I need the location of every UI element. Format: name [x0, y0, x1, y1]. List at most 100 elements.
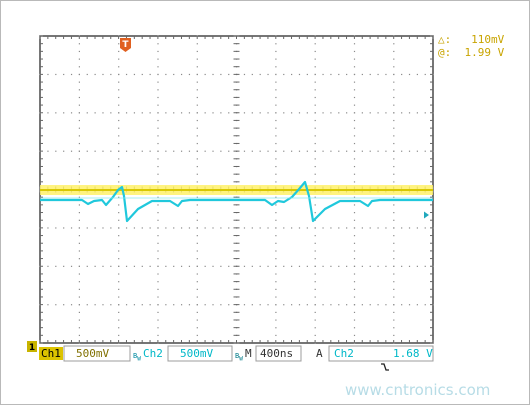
grid-dot [291, 265, 293, 267]
delta-symbol: △: [438, 33, 452, 46]
grid-dot [118, 150, 120, 152]
grid-dot [338, 304, 340, 306]
grid-dot [314, 104, 316, 106]
grid-dot [314, 96, 316, 99]
grid-dot [173, 304, 175, 306]
grid-dot [173, 73, 175, 76]
grid-dot [55, 227, 57, 229]
grid-dot [228, 227, 230, 229]
grid-dot [275, 158, 277, 160]
grid-dot [283, 304, 285, 306]
grid-dot [424, 112, 426, 114]
grid-dot [314, 327, 316, 329]
grid-dot [94, 73, 96, 76]
grid-dot [314, 43, 316, 45]
grid-dot [353, 334, 356, 337]
grid-dot [377, 112, 379, 114]
grid-dot [353, 112, 356, 114]
grid-dot [259, 304, 261, 306]
grid-dot [393, 112, 395, 114]
grid-dot [196, 96, 198, 99]
grid-dot [63, 227, 65, 229]
grid-dot [141, 150, 143, 152]
grid-dot [243, 112, 246, 114]
grid-dot [353, 212, 356, 214]
grid-dot [298, 73, 301, 76]
grid-dot [118, 227, 120, 229]
grid-dot [353, 43, 356, 45]
grid-dot [377, 227, 379, 229]
grid-dot [165, 73, 167, 76]
grid-dot [196, 311, 198, 313]
grid-dot [291, 112, 293, 114]
grid-dot [338, 73, 340, 76]
grid-dot [361, 227, 363, 229]
grid-dot [393, 150, 395, 152]
grid-dot [424, 227, 426, 229]
grid-dot [275, 311, 277, 313]
grid-dot [314, 227, 316, 229]
grid-dot [369, 227, 371, 229]
grid-dot [401, 227, 403, 229]
grid-dot [369, 73, 371, 76]
grid-dot [86, 150, 88, 152]
grid-dot [275, 242, 277, 244]
grid-dot [173, 265, 175, 267]
grid-dot [385, 73, 387, 76]
grid-dot [314, 311, 316, 313]
grid-dot [110, 304, 112, 306]
grid-dot [346, 150, 348, 152]
grid-dot [78, 43, 80, 45]
grid-dot [275, 212, 277, 214]
grid-dot [408, 265, 411, 267]
grid-dot [353, 58, 356, 60]
grid-dot [196, 281, 198, 283]
grid-dot [157, 58, 159, 60]
grid-dot [275, 304, 277, 306]
ch1-ground-marker: 1 [27, 341, 37, 353]
grid-dot [78, 173, 80, 175]
grid-dot [118, 212, 120, 214]
grid-dot [393, 43, 395, 45]
grid-dot [196, 135, 198, 137]
grid-dot [275, 219, 277, 221]
grid-dot [157, 319, 159, 321]
grid-dot [251, 73, 253, 76]
grid-dot [141, 73, 143, 76]
grid-dot [102, 150, 104, 152]
grid-dot [157, 227, 159, 229]
grid-dot [298, 265, 301, 267]
grid-dot [353, 66, 356, 68]
grid-dot [275, 181, 277, 183]
grid-dot [110, 227, 112, 229]
grid-dot [220, 112, 222, 114]
grid-dot [157, 258, 159, 260]
grid-dot [353, 127, 356, 129]
grid-dot [196, 81, 198, 83]
grid-dot [353, 158, 356, 160]
grid-dot [275, 227, 277, 229]
grid-dot [125, 265, 128, 267]
grid-dot [393, 212, 395, 214]
grid-dot [70, 304, 73, 306]
grid-dot [94, 150, 96, 152]
grid-dot [393, 50, 395, 53]
grid-dot [424, 265, 426, 267]
grid-dot [353, 242, 356, 244]
grid-dot [157, 242, 159, 244]
grid-dot [322, 112, 324, 114]
grid-dot [149, 304, 151, 306]
grid-dot [243, 150, 246, 152]
grid-dot [346, 265, 348, 267]
grid-dot [275, 204, 277, 206]
grid-dot [180, 150, 183, 152]
grid-dot [353, 219, 356, 221]
grid-dot [47, 265, 49, 267]
grid-dot [78, 258, 80, 260]
grid-dot [275, 43, 277, 45]
grid-dot [165, 304, 167, 306]
grid-dot [275, 273, 277, 275]
grid-dot [291, 304, 293, 306]
grid-dot [118, 135, 120, 137]
grid-dot [78, 288, 80, 290]
